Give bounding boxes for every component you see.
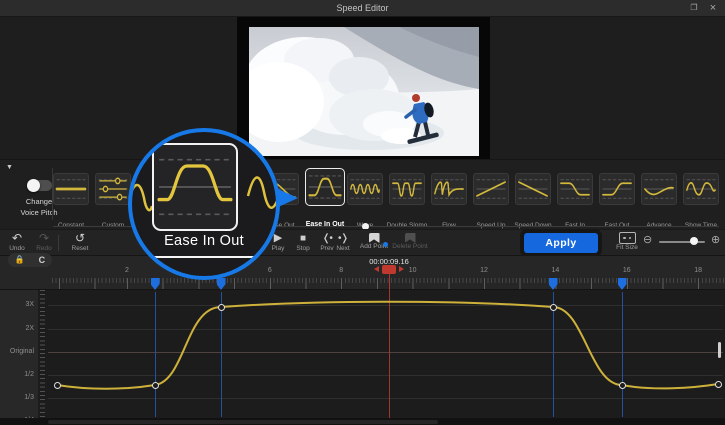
ruler-number: 14 [551, 267, 559, 274]
zoom-slider-knob[interactable] [690, 237, 698, 245]
redo-label: Redo [26, 245, 62, 252]
preset-thumbnail[interactable] [599, 173, 635, 205]
reset-icon: ↺ [62, 232, 98, 245]
toolbar-separator [58, 235, 59, 251]
ruler-number: 12 [480, 267, 488, 274]
preset-wave[interactable]: Wave [347, 173, 383, 205]
preview-stage [0, 17, 725, 159]
delete-point-flag-icon [405, 233, 416, 243]
redo-button[interactable]: ↷ Redo [26, 232, 62, 252]
magnifier-pointer-arrow-icon [276, 188, 298, 208]
preset-constant[interactable]: Constant [53, 173, 89, 205]
playhead-right-arrow-icon[interactable] [399, 266, 404, 272]
add-point-flag-icon [369, 233, 380, 243]
keyframe-dot[interactable] [152, 382, 159, 389]
apply-button[interactable]: Apply [524, 233, 598, 253]
video-frame [237, 17, 490, 159]
ruler-number: 2 [125, 267, 129, 274]
add-point-button[interactable]: Add Point [356, 232, 392, 250]
magnified-ease-in-out-curve [154, 145, 236, 229]
toolbar: ↶ Undo ↷ Redo ↺ Reset ▶ Play ■ Stop ❬• P… [0, 229, 725, 256]
reset-label: Reset [62, 245, 98, 252]
redo-icon: ↷ [26, 232, 62, 245]
preset-thumbnail[interactable] [473, 173, 509, 205]
zoom-out-icon[interactable]: ⊖ [643, 234, 652, 247]
delete-point-label: Delete Point [392, 243, 428, 250]
preset-speed-up[interactable]: Speed Up [473, 173, 509, 205]
reset-button[interactable]: ↺ Reset [62, 232, 98, 252]
delete-point-button[interactable]: Delete Point [392, 232, 428, 250]
ruler-number: 16 [623, 267, 631, 274]
magnified-scrollbar-line [140, 256, 268, 258]
preset-thumbnail[interactable] [557, 173, 593, 205]
lock-icon[interactable]: 🔒 [15, 254, 25, 266]
preset-flow[interactable]: Flow [431, 173, 467, 205]
playhead-left-arrow-icon[interactable] [374, 266, 379, 272]
magnified-ease-in-out-thumbnail [152, 143, 238, 231]
preset-show-time[interactable]: Show Time [683, 173, 719, 205]
add-point-plus-dot [383, 242, 388, 247]
title-bar: Speed Editor ❐ × [0, 0, 725, 17]
zoom-in-icon[interactable]: ⊕ [711, 234, 720, 247]
toggle-knob[interactable] [27, 179, 40, 192]
window-title: Speed Editor [0, 0, 725, 17]
speed-curve-editor[interactable]: 3X2XOriginal1/21/31/4 [0, 290, 725, 418]
collapse-triangle-icon[interactable]: ▼ [6, 164, 13, 171]
video-preview-snowboarder [249, 27, 479, 156]
magnifier-label: Ease In Out [132, 233, 276, 249]
keyframe-dot[interactable] [715, 381, 722, 388]
magnified-left-neighbor-fragment [128, 168, 152, 228]
preset-fast-out[interactable]: Fast Out [599, 173, 635, 205]
ruler-number: 18 [694, 267, 702, 274]
magnifier-lens: Ease In Out [128, 128, 280, 280]
preset-fast-in[interactable]: Fast In [557, 173, 593, 205]
voice-pitch-label-line2: Voice Pitch [6, 208, 72, 217]
horizontal-scrollbar-handle[interactable] [48, 420, 438, 424]
playhead-line-upper [389, 273, 390, 290]
speed-editor-window: Speed Editor ❐ × [0, 0, 725, 425]
preset-thumbnail[interactable] [641, 173, 677, 205]
speed-curve [0, 290, 725, 418]
horizontal-scrollbar-track[interactable] [0, 418, 725, 425]
preset-thumbnail[interactable] [515, 173, 551, 205]
preset-ease-in-out[interactable]: Ease In Out [305, 168, 345, 206]
maximize-icon[interactable]: ❐ [685, 0, 703, 17]
loop-icon[interactable]: C [39, 254, 46, 266]
preset-double-slomo[interactable]: Double Slomo [389, 173, 425, 205]
keyframe-dot[interactable] [550, 304, 557, 311]
fit-size-label: Fit Size [609, 244, 645, 251]
keyframe-dot[interactable] [218, 304, 225, 311]
preset-thumbnail[interactable] [95, 173, 131, 205]
magnified-right-neighbor-fragment [244, 162, 280, 228]
preset-thumbnail[interactable] [683, 173, 719, 205]
voice-pitch-toggle[interactable] [29, 180, 52, 191]
ruler-number: 8 [339, 267, 343, 274]
keyframe-dot[interactable] [619, 382, 626, 389]
time-ruler[interactable]: 00:00:09.16 24681012141618 [0, 256, 725, 290]
close-icon[interactable]: × [704, 0, 722, 17]
ruler-number: 10 [409, 267, 417, 274]
preset-thumbnail[interactable] [53, 173, 89, 205]
preset-thumbnail[interactable] [347, 173, 383, 205]
zoom-slider-track[interactable] [659, 241, 705, 243]
preset-thumbnail[interactable] [389, 173, 425, 205]
preset-thumbnail[interactable] [431, 173, 467, 205]
lock-loop-pill: 🔒 C [8, 253, 52, 267]
fit-size-button[interactable]: Fit Size [609, 232, 645, 251]
preset-speed-down[interactable]: Speed Down [515, 173, 551, 205]
preset-area: ▼ Change Voice Pitch Constant Custom [0, 159, 725, 229]
preset-advance[interactable]: Advance [641, 173, 677, 205]
preset-thumbnail[interactable] [305, 168, 345, 206]
preset-custom[interactable]: Custom [95, 173, 131, 205]
keyframe-dot[interactable] [54, 382, 61, 389]
fit-size-icon [619, 232, 636, 244]
ruler-number: 6 [268, 267, 272, 274]
vertical-scrollbar-handle[interactable] [718, 342, 721, 358]
